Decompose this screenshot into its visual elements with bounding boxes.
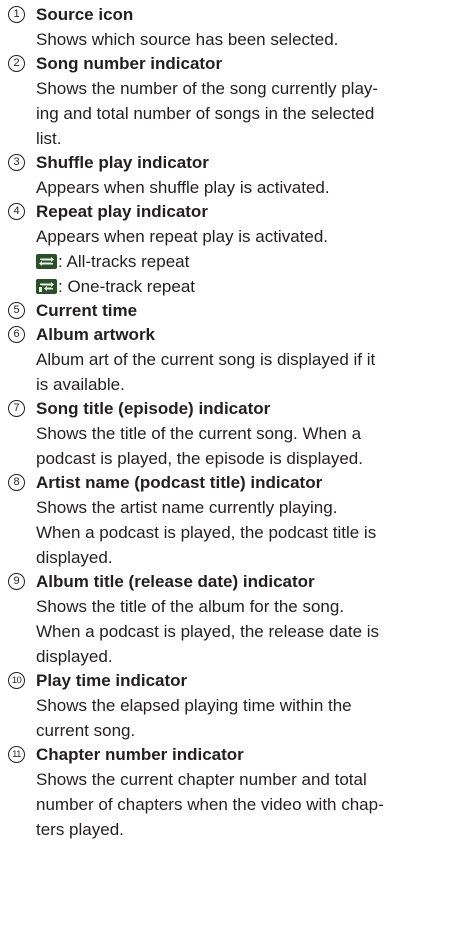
item-description-line: ing and total number of songs in the sel… xyxy=(36,104,375,123)
item-title: Repeat play indicator xyxy=(36,202,208,221)
item-description-line: displayed. xyxy=(36,548,113,567)
item-description-line: When a podcast is played, the release da… xyxy=(36,622,380,641)
item-description-line: is available. xyxy=(36,375,125,394)
item-title: Shuffle play indicator xyxy=(36,153,209,172)
item-title: Chapter number indicator xyxy=(36,745,244,764)
list-item-song-number: 2 Song number indicator Shows the number… xyxy=(8,52,461,151)
item-description-line: Album art of the current song is display… xyxy=(36,350,376,369)
item-description-line: Shows the current chapter number and tot… xyxy=(36,770,367,789)
item-number-badge: 11 xyxy=(8,746,25,763)
item-title: Song title (episode) indicator xyxy=(36,399,271,418)
item-description-line: Appears when repeat play is activated. xyxy=(36,227,329,246)
item-description-line: Shows the title of the album for the son… xyxy=(36,597,345,616)
list-item-shuffle-play: 3 Shuffle play indicator Appears when sh… xyxy=(8,151,461,200)
item-description-line: ters played. xyxy=(36,820,124,839)
item-description-line: Shows the title of the current song. Whe… xyxy=(36,424,362,443)
list-item-chapter-number: 11 Chapter number indicator Shows the cu… xyxy=(8,743,461,842)
list-item-album-title: 9 Album title (release date) indicator S… xyxy=(8,570,461,669)
repeat-mode-row: : All-tracks repeat xyxy=(36,249,461,274)
item-title: Current time xyxy=(36,301,138,320)
list-item-source-icon: 1 Source icon Shows which source has bee… xyxy=(8,3,461,52)
list-item-album-artwork: 6 Album artwork Album art of the current… xyxy=(8,323,461,397)
item-description-line: Shows which source has been selected. xyxy=(36,30,339,49)
item-number-badge: 5 xyxy=(8,302,25,319)
repeat-mode-label: : One-track repeat xyxy=(58,277,196,296)
list-item-repeat-play: 4 Repeat play indicator Appears when rep… xyxy=(8,200,461,299)
item-number-badge: 1 xyxy=(8,6,25,23)
repeat-mode-label: : All-tracks repeat xyxy=(58,252,190,271)
item-description-line: When a podcast is played, the podcast ti… xyxy=(36,523,377,542)
item-description-line: Shows the artist name currently playing. xyxy=(36,498,338,517)
item-number-badge: 8 xyxy=(8,474,25,491)
item-number-badge: 7 xyxy=(8,400,25,417)
item-description-line: Shows the number of the song currently p… xyxy=(36,79,379,98)
item-title: Artist name (podcast title) indicator xyxy=(36,473,323,492)
item-number-badge: 6 xyxy=(8,326,25,343)
item-title: Source icon xyxy=(36,5,134,24)
item-number-badge: 9 xyxy=(8,573,25,590)
item-description-line: number of chapters when the video with c… xyxy=(36,795,384,814)
manual-page: 1 Source icon Shows which source has bee… xyxy=(0,0,461,947)
item-number-badge: 2 xyxy=(8,55,25,72)
list-item-play-time: 10 Play time indicator Shows the elapsed… xyxy=(8,669,461,743)
repeat-mode-row: : One-track repeat xyxy=(36,274,461,299)
one-track-repeat-icon xyxy=(36,279,57,294)
all-tracks-repeat-icon xyxy=(36,254,57,269)
item-title: Album artwork xyxy=(36,325,156,344)
item-description-line: list. xyxy=(36,129,62,148)
item-description-line: current song. xyxy=(36,721,136,740)
item-description-line: Shows the elapsed playing time within th… xyxy=(36,696,352,715)
list-item-song-title: 7 Song title (episode) indicator Shows t… xyxy=(8,397,461,471)
list-item-current-time: 5 Current time xyxy=(8,299,461,323)
item-description-line: podcast is played, the episode is displa… xyxy=(36,449,363,468)
item-title: Song number indicator xyxy=(36,54,223,73)
item-description-line: displayed. xyxy=(36,647,113,666)
item-description-line: Appears when shuffle play is activated. xyxy=(36,178,330,197)
item-number-badge: 10 xyxy=(8,672,25,689)
list-item-artist-name: 8 Artist name (podcast title) indicator … xyxy=(8,471,461,570)
item-number-badge: 4 xyxy=(8,203,25,220)
item-title: Album title (release date) indicator xyxy=(36,572,315,591)
item-number-badge: 3 xyxy=(8,154,25,171)
item-title: Play time indicator xyxy=(36,671,188,690)
